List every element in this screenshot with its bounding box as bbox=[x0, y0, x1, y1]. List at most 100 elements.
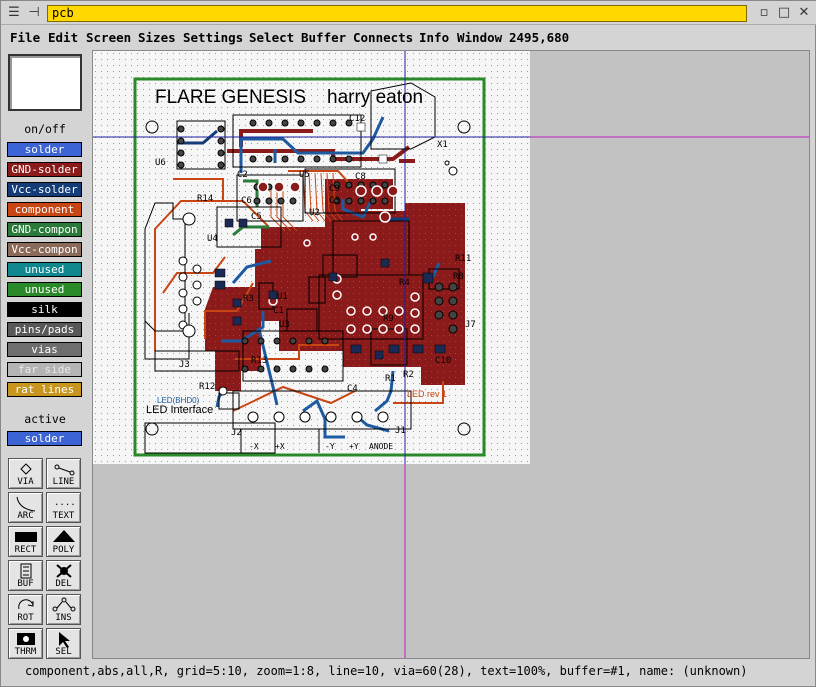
layer-toggle-rat-lines[interactable]: rat lines bbox=[7, 382, 82, 397]
tool-label: BUF bbox=[17, 579, 34, 589]
tool-rect-button[interactable]: RECT bbox=[8, 526, 43, 557]
rotate-icon bbox=[18, 599, 34, 610]
board-canvas[interactable]: FLARE GENESIS harry eaton LED Interface … bbox=[92, 50, 810, 659]
layer-toggle-silk[interactable]: silk bbox=[7, 302, 82, 317]
close-icon[interactable]: ✕ bbox=[795, 4, 813, 22]
board-subtitle-text: LED Interface bbox=[146, 404, 213, 416]
tool-label: ARC bbox=[17, 511, 34, 521]
tool-label: VIA bbox=[17, 477, 34, 487]
tool-text-button[interactable]: .... TEXT bbox=[46, 492, 81, 523]
delete-icon bbox=[56, 564, 72, 578]
tool-via-button[interactable]: VIA bbox=[8, 458, 43, 489]
layer-toggle-vias[interactable]: vias bbox=[7, 342, 82, 357]
tool-poly-button[interactable]: POLY bbox=[46, 526, 81, 557]
connector-label: -Y bbox=[325, 442, 335, 451]
refdes-r8: R8 bbox=[453, 272, 464, 282]
menu-window[interactable]: Window bbox=[457, 30, 502, 45]
layer-toggle-gnd-solder[interactable]: GND-solder bbox=[7, 162, 82, 177]
connector-label: ANODE bbox=[369, 442, 393, 451]
board-title-text: FLARE GENESIS bbox=[155, 87, 306, 108]
active-layer-button[interactable]: solder bbox=[7, 431, 82, 446]
tool-label: ROT bbox=[17, 613, 34, 623]
refdes-u5: U5 bbox=[299, 170, 310, 180]
tool-del-button[interactable]: DEL bbox=[46, 560, 81, 591]
select-icon bbox=[59, 632, 70, 648]
pin-icon[interactable]: ⊣ bbox=[25, 4, 43, 22]
status-bar: component,abs,all,R, grid=5:10, zoom=1:8… bbox=[25, 664, 748, 678]
active-label: active bbox=[24, 412, 66, 426]
refdes-r9: R9 bbox=[383, 314, 394, 324]
refdes-r13: R13 bbox=[251, 356, 267, 366]
tool-ins-button[interactable]: INS bbox=[46, 594, 81, 625]
tool-label: SEL bbox=[55, 647, 72, 657]
menu-settings[interactable]: Settings bbox=[183, 30, 243, 45]
tool-thrm-button[interactable]: THRM bbox=[8, 628, 43, 659]
text-icon: .... bbox=[54, 498, 76, 508]
refdes-c12: C12 bbox=[349, 114, 365, 124]
board-preview bbox=[8, 54, 82, 111]
layer-toggle-unused[interactable]: unused bbox=[7, 262, 82, 277]
refdes-u2: U2 bbox=[309, 208, 320, 218]
pcb-application-window: ☰ ⊣ pcb ▫ □ ✕ File Edit Screen Sizes Set… bbox=[0, 0, 816, 687]
refdes-x1: X1 bbox=[437, 140, 448, 150]
refdes-c4: C4 bbox=[347, 384, 358, 394]
menu-connects[interactable]: Connects bbox=[353, 30, 413, 45]
refdes-u1: U1 bbox=[277, 292, 288, 302]
layer-toggle-unused[interactable]: unused bbox=[7, 282, 82, 297]
layer-toggle-gnd-compon[interactable]: GND-compon bbox=[7, 222, 82, 237]
refdes-r12: R12 bbox=[199, 382, 215, 392]
refdes-c5: C5 bbox=[251, 212, 262, 222]
refdes-r14: R14 bbox=[197, 194, 213, 204]
layer-toggle-component[interactable]: component bbox=[7, 202, 82, 217]
refdes-r11: R11 bbox=[455, 254, 471, 264]
layer-toggle-vcc-solder[interactable]: Vcc-solder bbox=[7, 182, 82, 197]
rect-icon bbox=[15, 532, 37, 542]
minimize-icon[interactable]: ▫ bbox=[755, 4, 773, 22]
menu-file[interactable]: File bbox=[10, 30, 40, 45]
cursor-coordinates: 2495,680 bbox=[509, 30, 570, 45]
insert-icon bbox=[52, 597, 76, 612]
tool-label: DEL bbox=[55, 579, 72, 589]
poly-icon bbox=[53, 530, 75, 542]
refdes-u6: U6 bbox=[155, 158, 166, 168]
tool-buf-button[interactable]: BUF bbox=[8, 560, 43, 591]
menu-bar: File Edit Screen Sizes Settings Select B… bbox=[1, 27, 816, 49]
tool-arc-button[interactable]: ARC bbox=[8, 492, 43, 523]
menu-buffer[interactable]: Buffer bbox=[301, 30, 346, 45]
tool-label: POLY bbox=[52, 545, 75, 555]
layer-toggle-solder[interactable]: solder bbox=[7, 142, 82, 157]
window-menu-icon[interactable]: ☰ bbox=[5, 4, 23, 22]
layer-toggle-pins-pads[interactable]: pins/pads bbox=[7, 322, 82, 337]
refdes-r4: R4 bbox=[399, 278, 410, 288]
tool-sel-button[interactable]: SEL bbox=[46, 628, 81, 659]
menu-info[interactable]: Info bbox=[419, 30, 449, 45]
refdes-c9: C9 bbox=[329, 184, 340, 194]
refdes-r2: R2 bbox=[403, 370, 414, 380]
tool-line-button[interactable]: LINE bbox=[46, 458, 81, 489]
menu-screen[interactable]: Screen bbox=[86, 30, 131, 45]
buffer-icon bbox=[20, 563, 32, 579]
connector-label: -X bbox=[249, 442, 259, 451]
refdes-c1: C1 bbox=[273, 306, 284, 316]
window-title: pcb bbox=[47, 5, 747, 22]
refdes-c6: C6 bbox=[241, 196, 252, 206]
refdes-u3: U3 bbox=[279, 320, 290, 330]
tool-label: RECT bbox=[14, 545, 37, 555]
tool-label: INS bbox=[55, 613, 72, 623]
title-bar: ☰ ⊣ pcb ▫ □ ✕ bbox=[1, 1, 816, 25]
refdes-j3: J3 bbox=[179, 360, 190, 370]
refdes-j2: J2 bbox=[231, 428, 242, 438]
menu-edit[interactable]: Edit bbox=[48, 30, 78, 45]
pcb-layout-drawing[interactable]: FLARE GENESIS harry eaton LED Interface … bbox=[93, 51, 810, 659]
onoff-label: on/off bbox=[24, 122, 66, 136]
tool-label: LINE bbox=[52, 477, 75, 487]
menu-select[interactable]: Select bbox=[249, 30, 294, 45]
via-icon bbox=[20, 463, 32, 475]
refdes-j1: J1 bbox=[395, 426, 406, 436]
tool-rot-button[interactable]: ROT bbox=[8, 594, 43, 625]
maximize-icon[interactable]: □ bbox=[775, 4, 793, 22]
layer-toggle-vcc-compon[interactable]: Vcc-compon bbox=[7, 242, 82, 257]
layer-toggle-far-side[interactable]: far side bbox=[7, 362, 82, 377]
layer-tool-panel: on/off solder GND-solder Vcc-solder compone… bbox=[1, 49, 89, 659]
menu-sizes[interactable]: Sizes bbox=[138, 30, 176, 45]
